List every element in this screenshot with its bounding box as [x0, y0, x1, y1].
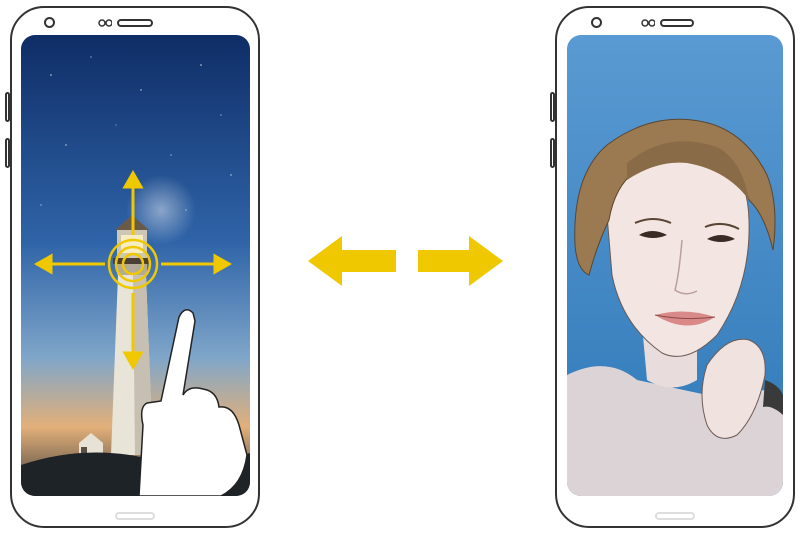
selfie-screen[interactable]: [567, 35, 783, 496]
volume-up-button: [5, 92, 10, 122]
front-camera-icon: [44, 17, 55, 28]
right-arrow-icon: [418, 236, 503, 286]
lighthouse-wallpaper: [21, 35, 250, 496]
volume-down-button: [550, 138, 555, 168]
bottom-bezel: [115, 512, 155, 520]
left-phone: [10, 6, 260, 528]
volume-down-button: [5, 138, 10, 168]
volume-up-button: [550, 92, 555, 122]
earpiece-speaker: [117, 19, 153, 27]
earpiece-speaker: [660, 19, 694, 27]
bottom-bezel: [655, 512, 695, 520]
selfie-portrait: [567, 35, 783, 496]
lighthouse-screen[interactable]: [21, 35, 250, 496]
right-phone: [555, 6, 795, 528]
sensor-icon: [641, 19, 655, 27]
sensor-icon: [98, 19, 112, 27]
left-arrow-icon: [308, 236, 396, 286]
front-camera-icon: [591, 17, 602, 28]
switch-arrows: [308, 236, 503, 286]
